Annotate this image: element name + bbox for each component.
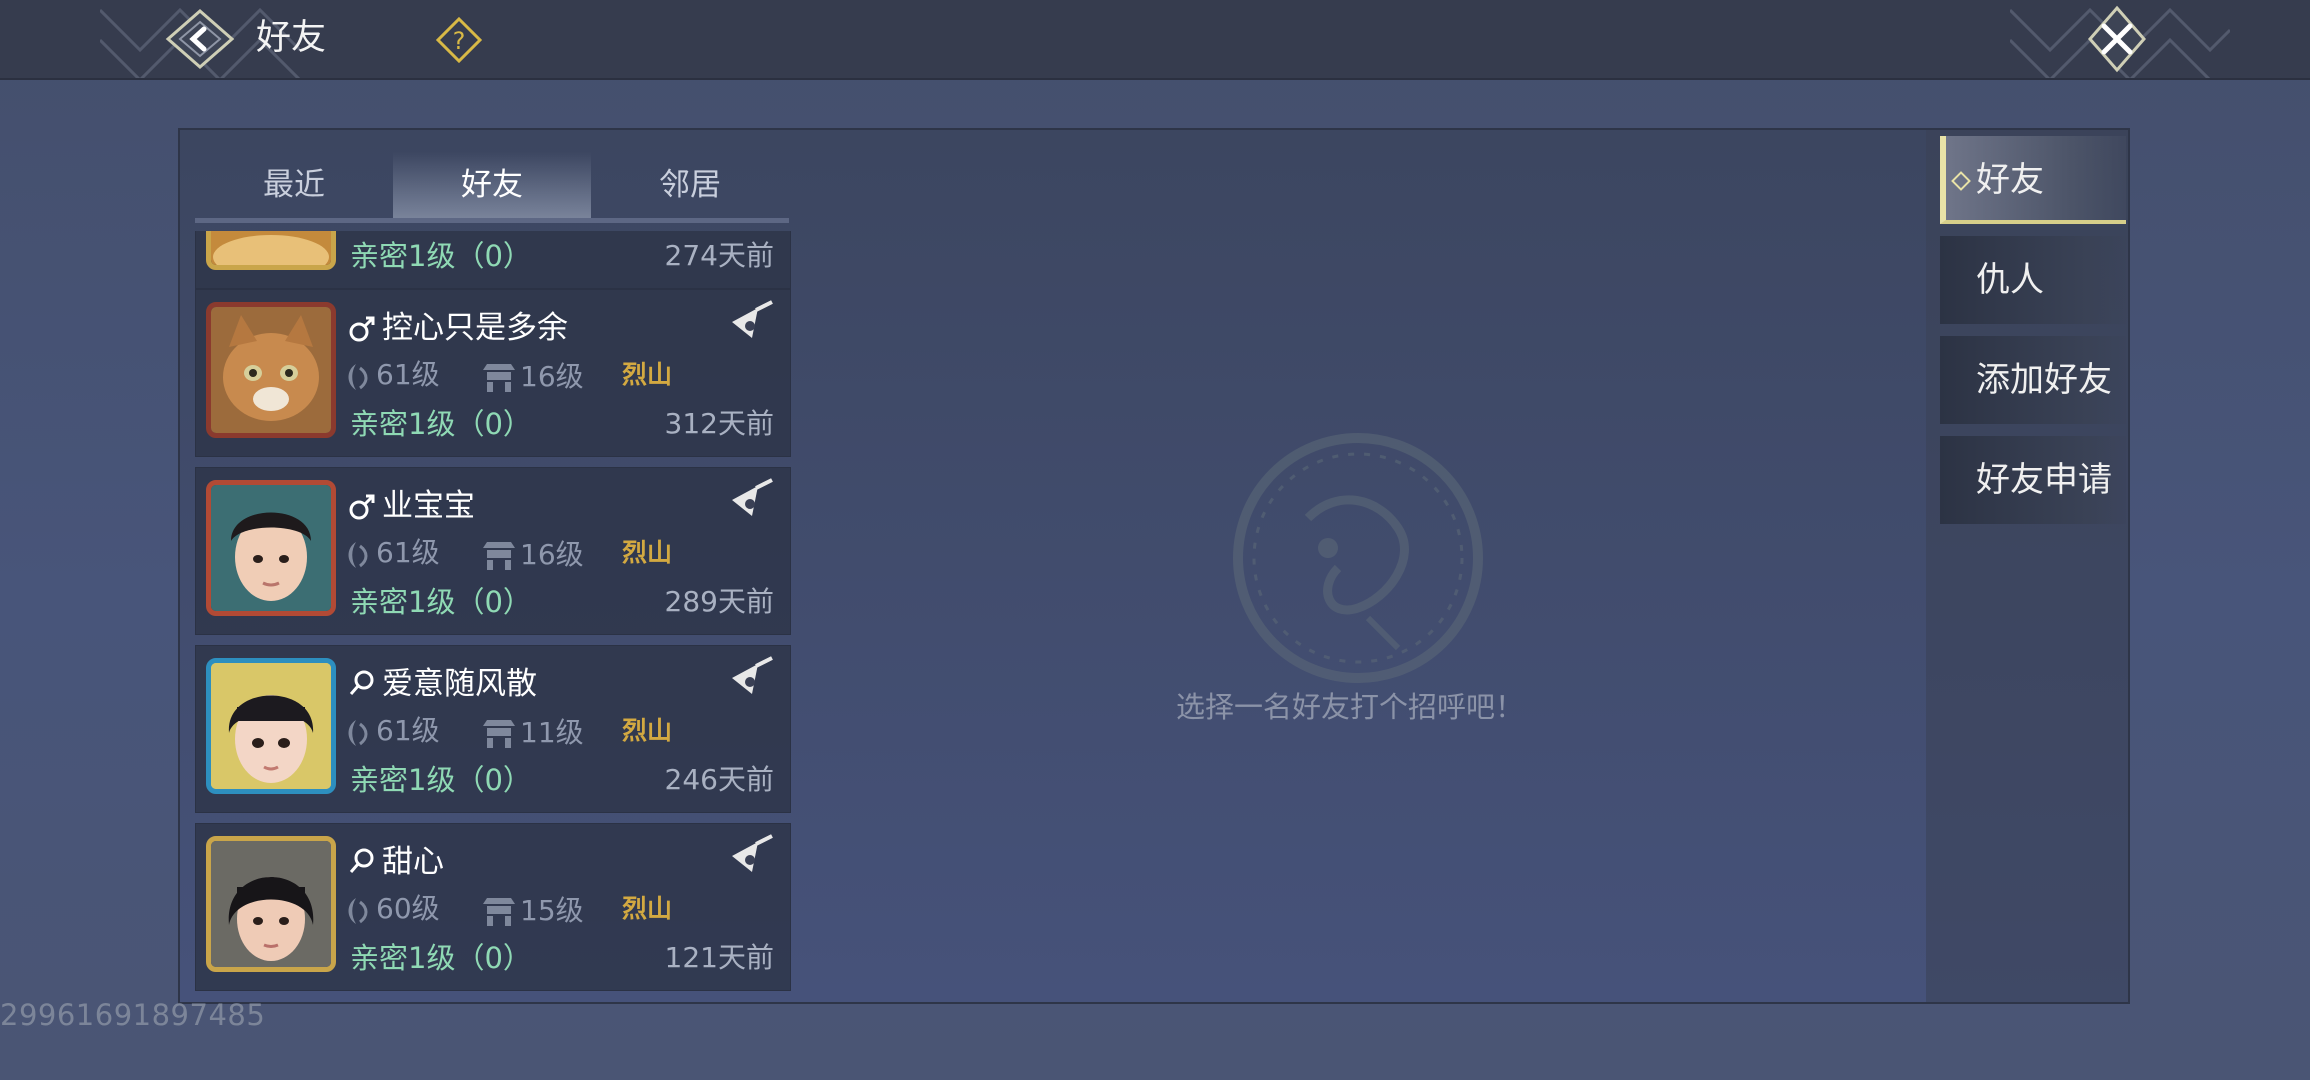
tab-recent[interactable]: 最近 (195, 152, 393, 218)
close-button[interactable] (2086, 5, 2148, 73)
male-icon (349, 316, 375, 342)
back-button[interactable] (160, 8, 240, 70)
player-level: 61级 (376, 714, 440, 747)
tab-divider (195, 218, 789, 223)
friend-card[interactable]: 业宝宝 61级 16级 烈山 亲密1级（0） 289天前 (195, 467, 791, 635)
avatar (206, 302, 336, 438)
house-level: 15级 (520, 894, 584, 927)
house-level: 16级 (520, 360, 584, 393)
help-icon[interactable]: ? (436, 17, 482, 63)
top-bar: 好友 ? (0, 0, 2310, 80)
friend-card[interactable]: 爱意随风散 61级 11级 烈山 亲密1级（0） 246天前 (195, 645, 791, 813)
house-level: 11级 (520, 716, 584, 749)
player-level: 60级 (376, 892, 440, 925)
player-name: 爱意随风散 (382, 666, 537, 702)
intimacy-level: 亲密1级（0） (350, 941, 532, 975)
house-icon (483, 720, 515, 748)
house-level: 16级 (520, 538, 584, 571)
level-icon (348, 542, 368, 568)
house-icon (483, 898, 515, 926)
empty-state-text: 选择一名好友打个招呼吧！ (1175, 690, 1524, 724)
player-level: 61级 (376, 536, 440, 569)
server-name: 烈山 (622, 716, 673, 745)
female-icon (349, 670, 374, 695)
player-level: 61级 (376, 358, 440, 391)
selected-marker-icon (1951, 171, 1971, 191)
intimacy-level: 亲密1级（0） (350, 763, 532, 797)
intimacy-level: 亲密1级（0） (350, 585, 532, 619)
side-item-add-friend[interactable]: 添加好友 (1940, 336, 2126, 424)
side-item-friends[interactable]: 好友 (1940, 136, 2126, 224)
player-name: 控心只是多余 (382, 310, 568, 346)
server-name: 烈山 (622, 360, 673, 389)
friend-card[interactable]: 亲密1级（0） 274天前 (195, 231, 791, 289)
level-icon (348, 898, 368, 924)
level-icon (348, 364, 368, 390)
tab-neighbors[interactable]: 邻居 (591, 152, 789, 218)
user-id: 29961691897485 (0, 998, 266, 1032)
female-icon (349, 848, 374, 873)
player-name: 甜心 (382, 844, 444, 880)
last-online: 289天前 (664, 585, 774, 618)
intimacy-level: 亲密1级（0） (350, 239, 532, 273)
side-item-label: 仇人 (1976, 260, 2044, 300)
last-online: 312天前 (664, 407, 774, 440)
seal-emblem-icon (1233, 433, 1483, 683)
friend-card[interactable]: 甜心 60级 15级 烈山 亲密1级（0） 121天前 (195, 823, 791, 991)
side-item-friend-requests[interactable]: 好友申请 (1940, 436, 2126, 524)
level-icon (348, 720, 368, 746)
house-icon (483, 364, 515, 392)
svg-text:?: ? (453, 27, 466, 55)
page-title: 好友 (256, 18, 327, 58)
avatar (206, 231, 336, 270)
tab-bar: 最近 好友 邻居 (195, 152, 789, 224)
male-icon (349, 494, 375, 520)
tab-friends[interactable]: 好友 (393, 152, 591, 223)
house-icon (483, 542, 515, 570)
side-item-label: 添加好友 (1976, 360, 2112, 400)
send-message-icon[interactable] (728, 834, 776, 878)
player-name: 业宝宝 (382, 488, 475, 524)
send-message-icon[interactable] (728, 478, 776, 522)
last-online: 274天前 (664, 239, 774, 272)
send-message-icon[interactable] (728, 656, 776, 700)
server-name: 烈山 (622, 894, 673, 923)
side-item-label: 好友申请 (1976, 460, 2112, 500)
server-name: 烈山 (622, 538, 673, 567)
friend-list[interactable]: 亲密1级（0） 274天前 控心只是多余 61级 16级 烈山 亲密1级（0） … (195, 231, 791, 995)
side-item-label: 好友 (1976, 160, 2044, 200)
last-online: 246天前 (664, 763, 774, 796)
avatar (206, 658, 336, 794)
send-message-icon[interactable] (728, 300, 776, 344)
intimacy-level: 亲密1级（0） (350, 407, 532, 441)
avatar (206, 480, 336, 616)
side-item-enemies[interactable]: 仇人 (1940, 236, 2126, 324)
last-online: 121天前 (664, 941, 774, 974)
friend-card[interactable]: 控心只是多余 61级 16级 烈山 亲密1级（0） 312天前 (195, 289, 791, 457)
avatar (206, 836, 336, 972)
